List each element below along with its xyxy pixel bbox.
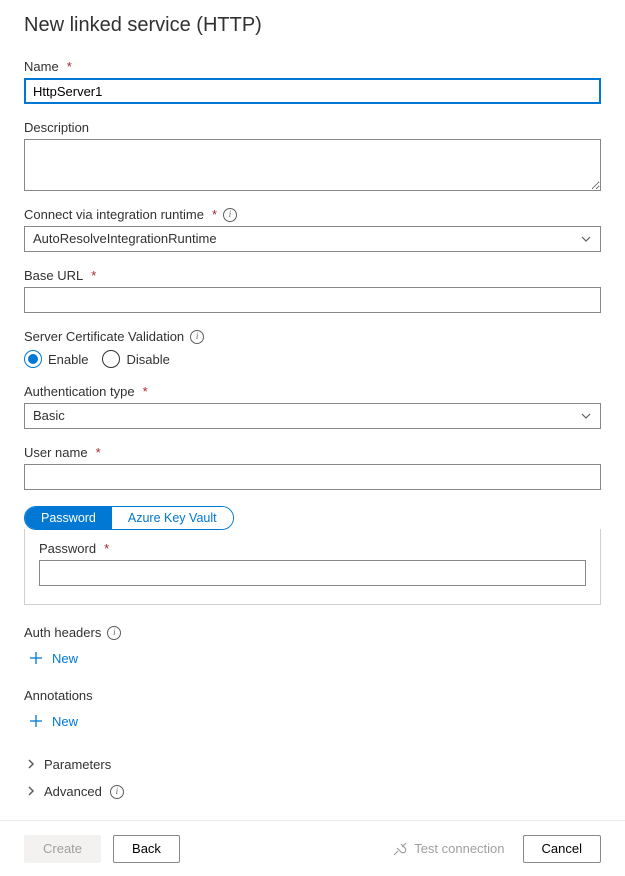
chevron-down-icon bbox=[580, 233, 592, 245]
radio-enable[interactable]: Enable bbox=[24, 350, 88, 368]
chevron-right-icon bbox=[26, 784, 36, 799]
add-annotation[interactable]: New bbox=[24, 707, 601, 731]
tab-password[interactable]: Password bbox=[25, 507, 112, 529]
required-marker: * bbox=[96, 445, 101, 460]
authtype-select[interactable]: Basic bbox=[24, 403, 601, 429]
add-auth-header[interactable]: New bbox=[24, 644, 601, 668]
chevron-down-icon bbox=[580, 410, 592, 422]
authtype-label: Authentication type* bbox=[24, 384, 601, 399]
password-label: Password* bbox=[39, 541, 586, 556]
tab-akv[interactable]: Azure Key Vault bbox=[112, 507, 233, 529]
required-marker: * bbox=[104, 541, 109, 556]
plus-icon bbox=[28, 713, 44, 729]
authheaders-label: Auth headers i bbox=[24, 625, 601, 640]
runtime-label: Connect via integration runtime* i bbox=[24, 207, 601, 222]
info-icon[interactable]: i bbox=[190, 330, 204, 344]
chevron-right-icon bbox=[26, 757, 36, 772]
create-button: Create bbox=[24, 835, 101, 863]
test-connection-button: Test connection bbox=[386, 841, 510, 857]
panel-title: New linked service (HTTP) bbox=[24, 14, 601, 37]
section-advanced[interactable]: Advanced i bbox=[26, 778, 601, 805]
description-textarea[interactable] bbox=[24, 139, 601, 191]
description-label: Description bbox=[24, 120, 601, 135]
required-marker: * bbox=[143, 384, 148, 399]
servercert-label: Server Certificate Validation i bbox=[24, 329, 601, 344]
annotations-label: Annotations bbox=[24, 688, 601, 703]
password-input[interactable] bbox=[39, 560, 586, 586]
info-icon[interactable]: i bbox=[107, 626, 121, 640]
plus-icon bbox=[28, 650, 44, 666]
required-marker: * bbox=[91, 268, 96, 283]
info-icon[interactable]: i bbox=[223, 208, 237, 222]
required-marker: * bbox=[67, 59, 72, 74]
username-input[interactable] bbox=[24, 464, 601, 490]
required-marker: * bbox=[212, 207, 217, 222]
name-label: Name* bbox=[24, 59, 601, 74]
baseurl-label: Base URL* bbox=[24, 268, 601, 283]
name-input[interactable] bbox=[24, 78, 601, 104]
radio-disable[interactable]: Disable bbox=[102, 350, 169, 368]
plug-icon bbox=[392, 841, 408, 857]
back-button[interactable]: Back bbox=[113, 835, 180, 863]
info-icon[interactable]: i bbox=[110, 785, 124, 799]
footer: Create Back Test connection Cancel bbox=[0, 820, 625, 876]
password-source-tabs: Password Azure Key Vault bbox=[24, 506, 234, 530]
username-label: User name* bbox=[24, 445, 601, 460]
baseurl-input[interactable] bbox=[24, 287, 601, 313]
cancel-button[interactable]: Cancel bbox=[523, 835, 601, 863]
runtime-select[interactable]: AutoResolveIntegrationRuntime bbox=[24, 226, 601, 252]
section-parameters[interactable]: Parameters bbox=[26, 751, 601, 778]
